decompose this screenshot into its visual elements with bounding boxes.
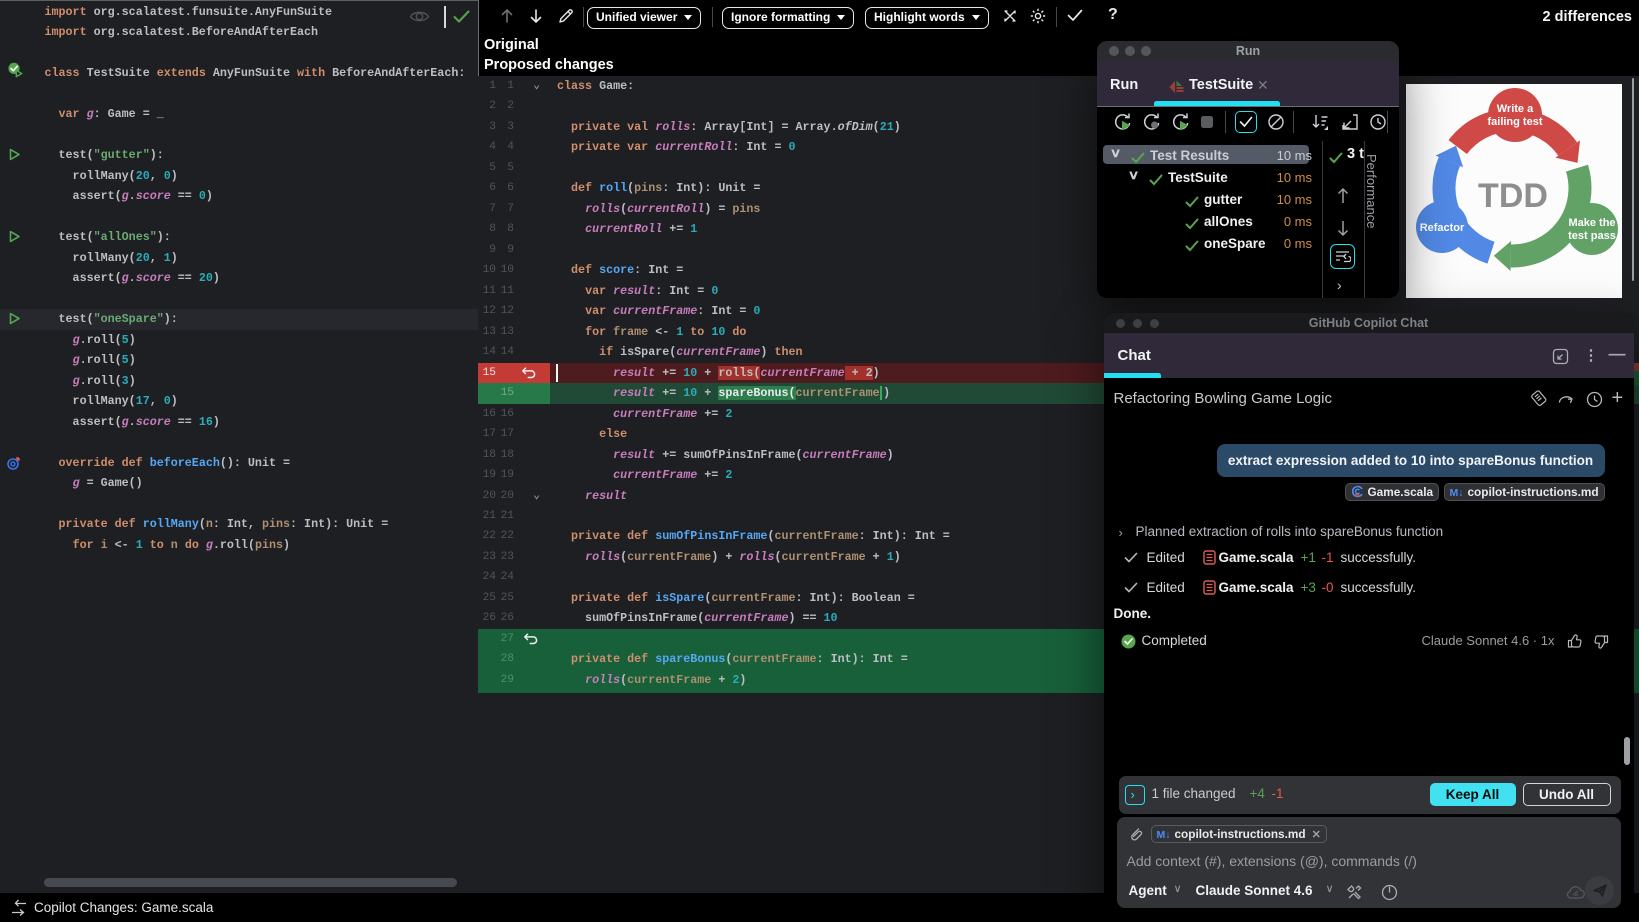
svg-text:Refactor: Refactor — [1420, 222, 1465, 234]
svg-text:Write a: Write a — [1497, 103, 1534, 115]
svg-text:test pass: test pass — [1568, 230, 1616, 242]
svg-text:failing test: failing test — [1487, 116, 1542, 128]
svg-text:Make the: Make the — [1568, 217, 1615, 229]
svg-text:TDD: TDD — [1478, 177, 1548, 215]
